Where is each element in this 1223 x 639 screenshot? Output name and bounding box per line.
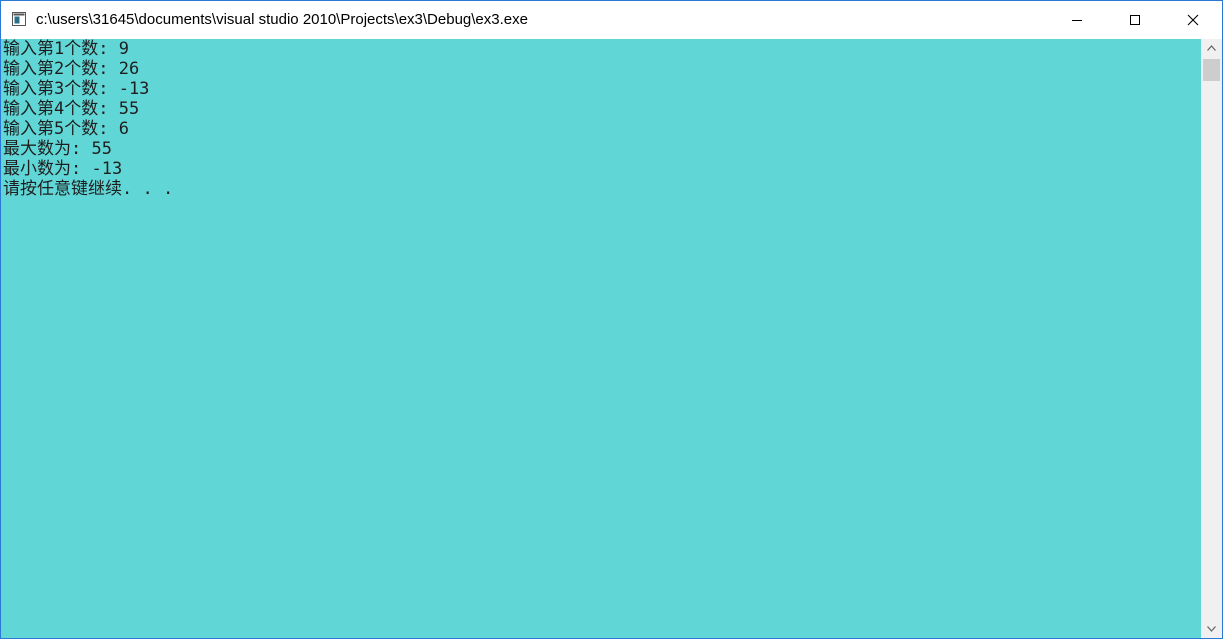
scroll-down-button[interactable] [1201,620,1222,638]
console-line: 最小数为: -13 [3,159,123,179]
vertical-scrollbar[interactable] [1201,39,1222,638]
console-line: 输入第1个数: 9 [3,39,129,59]
scroll-up-button[interactable] [1201,39,1222,57]
console-line: 最大数为: 55 [3,139,112,159]
console-app-icon [12,12,26,26]
close-icon [1187,14,1199,26]
console-line: 输入第5个数: 6 [3,119,129,139]
minimize-icon [1072,20,1082,21]
console-output-area[interactable]: 输入第1个数: 9 输入第2个数: 26 输入第3个数: -13 输入第4个数:… [1,39,1201,638]
window-title: c:\users\31645\documents\visual studio 2… [36,11,528,28]
minimize-button[interactable] [1048,1,1106,39]
console-line: 请按任意键继续. . . [3,179,174,199]
title-bar[interactable]: c:\users\31645\documents\visual studio 2… [1,1,1222,39]
console-window: c:\users\31645\documents\visual studio 2… [0,0,1223,639]
console-line: 输入第4个数: 55 [3,99,140,119]
scroll-up-arrow-icon [1207,45,1216,51]
scroll-down-arrow-icon [1207,626,1216,632]
scroll-thumb[interactable] [1203,59,1220,81]
console-line: 输入第3个数: -13 [3,79,150,99]
maximize-button[interactable] [1106,1,1164,39]
console-line: 输入第2个数: 26 [3,59,140,79]
maximize-icon [1130,15,1140,25]
close-button[interactable] [1164,1,1222,39]
